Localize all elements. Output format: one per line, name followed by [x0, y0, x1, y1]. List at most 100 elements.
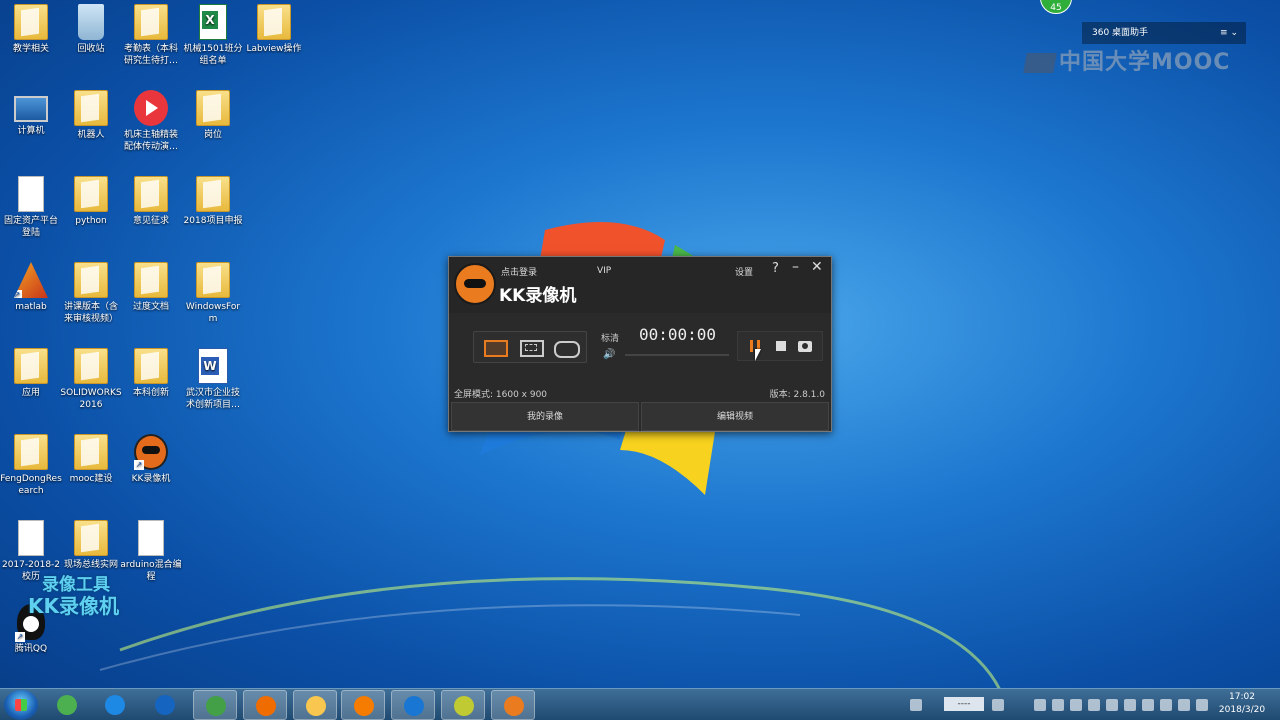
volume-icon[interactable]: 🔊: [603, 349, 615, 360]
tray-camera-icon[interactable]: [992, 699, 1004, 711]
mouse-cursor-icon: [755, 349, 761, 361]
taskbar-app-button[interactable]: [341, 690, 385, 720]
game-mode-icon[interactable]: [554, 338, 580, 358]
desktop-icon[interactable]: matlab: [0, 262, 62, 313]
desktop-icon[interactable]: WindowsForm: [182, 262, 244, 325]
desktop-icon-label: 机床主轴精装配体传动演…: [123, 130, 178, 152]
keyboard-indicator[interactable]: ----: [944, 697, 984, 711]
tray-network-icon[interactable]: [1034, 699, 1046, 711]
desktop-icon[interactable]: FengDongResearch: [0, 434, 62, 497]
desktop-icon[interactable]: KK录像机: [120, 434, 182, 485]
taskbar-app-button[interactable]: [293, 690, 337, 720]
taskbar-app-button[interactable]: [491, 690, 535, 720]
tray-app-icon[interactable]: [1106, 699, 1118, 711]
minimize-button[interactable]: –: [792, 259, 799, 275]
volume-slider[interactable]: [625, 354, 729, 356]
help-button[interactable]: ?: [772, 261, 779, 276]
desktop-icon-label: 教学相关: [12, 44, 49, 54]
tray-shield-icon[interactable]: [1142, 699, 1154, 711]
notification-badge[interactable]: 45: [1040, 0, 1072, 14]
desktop-icon[interactable]: 现场总线实网: [60, 520, 122, 571]
desktop-icon[interactable]: 固定资产平台登陆: [0, 176, 62, 239]
recycle-bin-icon: [78, 4, 104, 40]
folder-icon: [74, 262, 108, 298]
desktop-icon[interactable]: 教学相关: [0, 4, 62, 55]
tray-show-desktop-icon[interactable]: [910, 699, 922, 711]
desktop-icon[interactable]: mooc建设: [60, 434, 122, 485]
desktop-assistant-bar[interactable]: 360 桌面助手 ≡ ⌄: [1082, 22, 1246, 44]
desktop-icon[interactable]: 回收站: [60, 4, 122, 55]
folder-icon: [74, 520, 108, 556]
desktop-icon[interactable]: 武汉市企业技术创新项目…: [182, 348, 244, 411]
desktop-icon[interactable]: 机床主轴精装配体传动演…: [120, 90, 182, 153]
desktop-icon-label: Labview操作: [246, 44, 302, 54]
taskbar-app-button[interactable]: [143, 690, 187, 720]
desktop-icon[interactable]: 过度文档: [120, 262, 182, 313]
kk-recorder-window: 点击登录 VIP KK录像机 设置 ? – ✕ 标清 🔊 00:00:00 全屏…: [448, 256, 832, 432]
desktop-icon[interactable]: 机械1501班分组名单: [182, 4, 244, 67]
app-title: KK录像机: [499, 286, 577, 306]
desktop-icon-label: 考勤表（本科研究生待打…: [123, 44, 178, 66]
desktop-icon[interactable]: 计算机: [0, 90, 62, 137]
video-icon: [134, 90, 168, 126]
taskbar-app-button[interactable]: [45, 690, 89, 720]
tray-power-icon[interactable]: [1160, 699, 1172, 711]
folder-icon: [134, 4, 168, 40]
desktop-icon[interactable]: 应用: [0, 348, 62, 399]
assistant-menu-icon[interactable]: ≡ ⌄: [1220, 22, 1238, 44]
taskbar-app-button[interactable]: [243, 690, 287, 720]
desktop-icon[interactable]: Labview操作: [243, 4, 305, 55]
desktop-icon-label: 回收站: [77, 44, 105, 54]
screen-mode-icon[interactable]: [484, 338, 508, 358]
desktop-icon[interactable]: 讲课版本（含来审核视频）: [60, 262, 122, 325]
desktop-icon[interactable]: 岗位: [182, 90, 244, 141]
desktop-icon[interactable]: 意见征求: [120, 176, 182, 227]
folder-icon: [74, 434, 108, 470]
desktop-icon[interactable]: 本科创新: [120, 348, 182, 399]
fullscreen-mode-info: 全屏模式: 1600 x 900: [454, 390, 548, 400]
desktop-icon-label: 意见征求: [132, 216, 169, 226]
camera-icon[interactable]: [798, 341, 812, 352]
kk-avatar-icon[interactable]: [454, 263, 496, 305]
clock-date: 2018/3/20: [1218, 705, 1266, 715]
my-recordings-button[interactable]: 我的录像: [451, 402, 639, 431]
desktop-icon[interactable]: python: [60, 176, 122, 227]
folder-icon: [14, 4, 48, 40]
taskbar-app-button[interactable]: [391, 690, 435, 720]
tray-wechat-icon[interactable]: [1088, 699, 1100, 711]
taskbar-app-button[interactable]: [93, 690, 137, 720]
tray-chat-icon[interactable]: [1052, 699, 1064, 711]
desktop-icon-label: KK录像机: [131, 474, 171, 484]
desktop-icon-label: 2018项目申报: [183, 216, 243, 226]
start-button[interactable]: [4, 690, 38, 720]
desktop-icon-label: 腾讯QQ: [14, 644, 48, 654]
close-button[interactable]: ✕: [811, 259, 823, 275]
tray-mail-icon[interactable]: [1124, 699, 1136, 711]
tray-wifi-icon[interactable]: [1178, 699, 1190, 711]
desktop-icon[interactable]: 考勤表（本科研究生待打…: [120, 4, 182, 67]
login-link[interactable]: 点击登录: [501, 265, 537, 278]
edit-video-button[interactable]: 编辑视频: [641, 402, 829, 431]
desktop-icon[interactable]: arduino混合编程: [120, 520, 182, 583]
desktop-icon-label: 应用: [21, 388, 40, 398]
folder-icon: [74, 348, 108, 384]
clock[interactable]: 17:02 2018/3/20: [1210, 691, 1274, 717]
desktop-icon[interactable]: 2018项目申报: [182, 176, 244, 227]
desktop-icon[interactable]: 机器人: [60, 90, 122, 141]
region-mode-icon[interactable]: [520, 338, 544, 358]
firefox-icon: [256, 696, 276, 716]
tray-sound-icon[interactable]: [1196, 699, 1208, 711]
desktop-icon[interactable]: SOLIDWORKS 2016: [60, 348, 122, 411]
desktop-icon-label: 机器人: [77, 130, 105, 140]
vip-link[interactable]: VIP: [597, 266, 611, 276]
folder-icon: [257, 4, 291, 40]
word-icon: [198, 348, 228, 384]
taskbar-app-button[interactable]: [441, 690, 485, 720]
stop-icon[interactable]: [776, 341, 786, 351]
settings-button[interactable]: 设置: [735, 265, 753, 278]
quality-selector[interactable]: 标清: [601, 331, 619, 344]
taskbar-app-button[interactable]: [193, 690, 237, 720]
record-controls: [737, 331, 823, 361]
document-icon: [18, 176, 44, 212]
tray-security-icon[interactable]: [1070, 699, 1082, 711]
